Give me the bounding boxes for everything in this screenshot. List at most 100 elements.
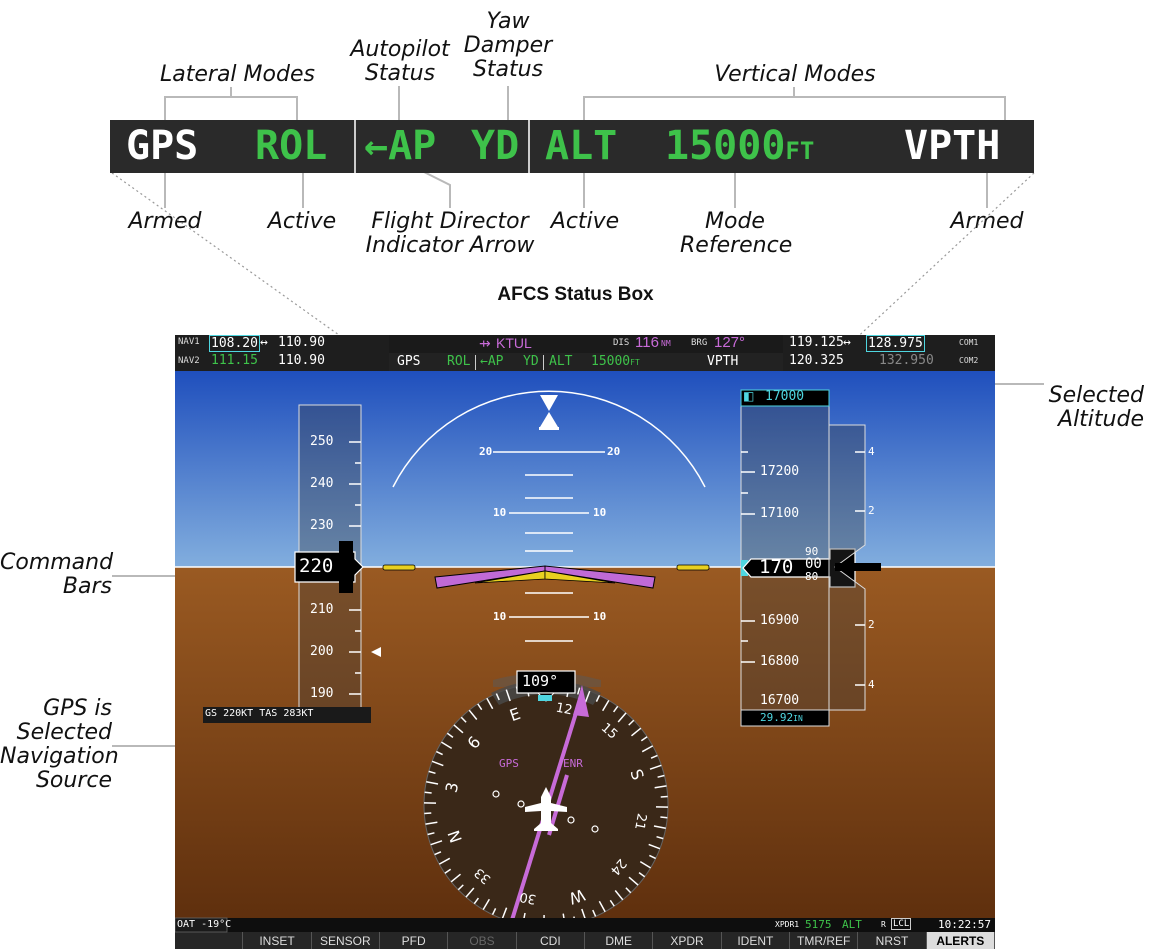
softkey[interactable]: IDENT xyxy=(722,932,790,949)
softkey-bar: INSET SENSOR PFD OBS CDI DME XPDR IDENT TMR/REF N… xyxy=(175,932,995,949)
com-radio-box: 119.125 ↔ 128.975 COM1 120.325 132.950 C… xyxy=(783,335,995,371)
yaw-damper-status: YD xyxy=(471,123,520,169)
current-altitude-hundreds: 170 xyxy=(759,556,794,578)
pfd-graphics xyxy=(175,371,995,949)
vsi-tick-down-4: 4 xyxy=(868,678,875,691)
mini-ap: ←AP xyxy=(480,354,504,369)
selected-altitude[interactable]: 17000 xyxy=(765,389,804,404)
softkey[interactable]: CDI xyxy=(517,932,585,949)
time-type: LCL xyxy=(891,918,912,930)
softkey[interactable]: PFD xyxy=(380,932,449,949)
vsi-tick-up-4: 4 xyxy=(868,445,875,458)
nav2-standby[interactable]: 110.90 xyxy=(278,353,325,368)
brg-label: BRG xyxy=(691,338,708,348)
mini-divider-1 xyxy=(475,355,476,370)
pitch-20-left: 20 xyxy=(479,445,493,458)
oat-readout: OAT -19°C xyxy=(177,919,232,930)
nav1-label: NAV1 xyxy=(178,337,200,347)
afcs-status-box: GPS ROL ←AP YD ALT 15000FT VPTH xyxy=(110,120,1034,173)
mode-reference-unit: FT xyxy=(785,137,815,165)
softkey[interactable] xyxy=(175,932,244,949)
altitude-tick-17200: 17200 xyxy=(760,464,800,479)
com1-active[interactable]: 119.125 xyxy=(789,335,844,350)
mini-vert-armed: VPTH xyxy=(707,354,739,369)
airspeed-tick-230: 230 xyxy=(310,518,334,533)
flight-phase-indicator: ENR xyxy=(563,757,583,770)
clock: 10:22:57 xyxy=(938,918,991,931)
waypoint-id: KTUL xyxy=(496,335,532,351)
pitch-10-up-right: 10 xyxy=(593,506,607,519)
mini-ref: 15000FT xyxy=(591,354,640,369)
vsi-tick-up-2: 2 xyxy=(868,504,875,517)
nav-swap-icon[interactable]: ↔ xyxy=(260,335,268,350)
airspeed-tick-240: 240 xyxy=(310,476,334,491)
softkey[interactable]: TMR/REF xyxy=(790,932,859,949)
com-swap-icon[interactable]: ↔ xyxy=(843,335,851,350)
pfd-display: NAV1 108.20 ↔ 110.90 NAV2 111.15 110.90 … xyxy=(175,335,995,949)
com1-standby[interactable]: 128.975 xyxy=(866,335,925,352)
softkey[interactable]: SENSOR xyxy=(312,932,380,949)
pitch-10-down-left: 10 xyxy=(493,610,507,623)
altitude-tick-16900: 16900 xyxy=(760,613,800,628)
xpdr-label: XPDR1 xyxy=(775,920,800,929)
airspeed-tick-200: 200 xyxy=(310,644,334,659)
xpdr-code: 5175 xyxy=(805,918,832,931)
lateral-armed-mode: GPS xyxy=(126,123,199,169)
hsi-tick xyxy=(424,791,432,794)
com2-label: COM2 xyxy=(959,356,979,365)
mini-yd: YD xyxy=(523,354,539,369)
vsi-tick-down-2: 2 xyxy=(868,618,875,631)
altitude-tick-16800: 16800 xyxy=(760,654,800,669)
softkey[interactable]: XPDR xyxy=(653,932,722,949)
hsi-label: 3 xyxy=(441,780,463,794)
mini-lat-active: ROL xyxy=(447,354,471,369)
hsi-tick xyxy=(660,816,668,819)
nav1-active[interactable]: 108.20 xyxy=(209,335,260,352)
mini-afcs-box: GPS ROL ←AP YD ALT 15000FT VPTH xyxy=(389,353,783,371)
airspeed-tick-210: 210 xyxy=(310,602,334,617)
dis-value: 116 xyxy=(635,335,659,351)
altitude-bug-icon: ◧ xyxy=(743,389,755,403)
mini-ref-unit: FT xyxy=(630,358,640,367)
softkey[interactable]: ALERTS xyxy=(926,932,995,949)
gs-readout: GS 220KT TAS 283KT xyxy=(205,708,314,719)
vertical-armed-mode: VPTH xyxy=(904,123,1001,169)
nav-radio-box: NAV1 108.20 ↔ 110.90 NAV2 111.15 110.90 xyxy=(175,335,391,371)
baro-setting[interactable]: 29.92IN xyxy=(760,711,803,724)
bar-divider-2 xyxy=(528,120,530,173)
pitch-10-down-right: 10 xyxy=(593,610,607,623)
mini-divider-2 xyxy=(543,355,544,370)
nav-source-indicator: GPS xyxy=(499,757,519,770)
xpdr-mode: ALT xyxy=(842,918,862,931)
navigation-status-box: ⇸ KTUL DIS 116 NM BRG 127° GPS ROL ←AP Y… xyxy=(389,335,783,371)
nav1-standby[interactable]: 110.90 xyxy=(278,335,325,350)
airspeed-tick-190: 190 xyxy=(310,686,334,701)
brg-value: 127° xyxy=(714,335,746,351)
hsi-label: 12 xyxy=(554,700,574,719)
current-airspeed: 220 xyxy=(299,555,334,577)
figure-caption: AFCS Status Box xyxy=(497,284,654,305)
softkey[interactable]: NRST xyxy=(858,932,927,949)
altitude-tick-16700: 16700 xyxy=(760,693,800,708)
com1-label: COM1 xyxy=(959,338,979,347)
pitch-10-up-left: 10 xyxy=(493,506,507,519)
mode-reference-value: 15000FT xyxy=(665,123,815,169)
lateral-active-mode: ROL xyxy=(255,123,328,169)
bar-divider-1 xyxy=(354,120,356,173)
vertical-active-mode: ALT xyxy=(545,123,618,169)
nav2-active[interactable]: 111.15 xyxy=(211,353,258,368)
com2-active[interactable]: 120.325 xyxy=(789,353,844,368)
com2-standby[interactable]: 132.950 xyxy=(879,353,934,368)
dis-label: DIS xyxy=(613,338,630,348)
xpdr-reply: R xyxy=(881,920,886,929)
mini-vert-active: ALT xyxy=(549,354,573,369)
nav2-label: NAV2 xyxy=(178,356,200,366)
altitude-roll-digits: 90 00 80 xyxy=(805,545,822,583)
mini-lat-armed: GPS xyxy=(397,354,421,369)
softkey[interactable]: DME xyxy=(585,932,654,949)
softkey[interactable]: OBS xyxy=(448,932,517,949)
softkey[interactable]: INSET xyxy=(243,932,312,949)
heading-readout: 109° xyxy=(522,672,559,690)
pitch-20-right: 20 xyxy=(607,445,621,458)
autopilot-status: ←AP xyxy=(364,123,437,169)
